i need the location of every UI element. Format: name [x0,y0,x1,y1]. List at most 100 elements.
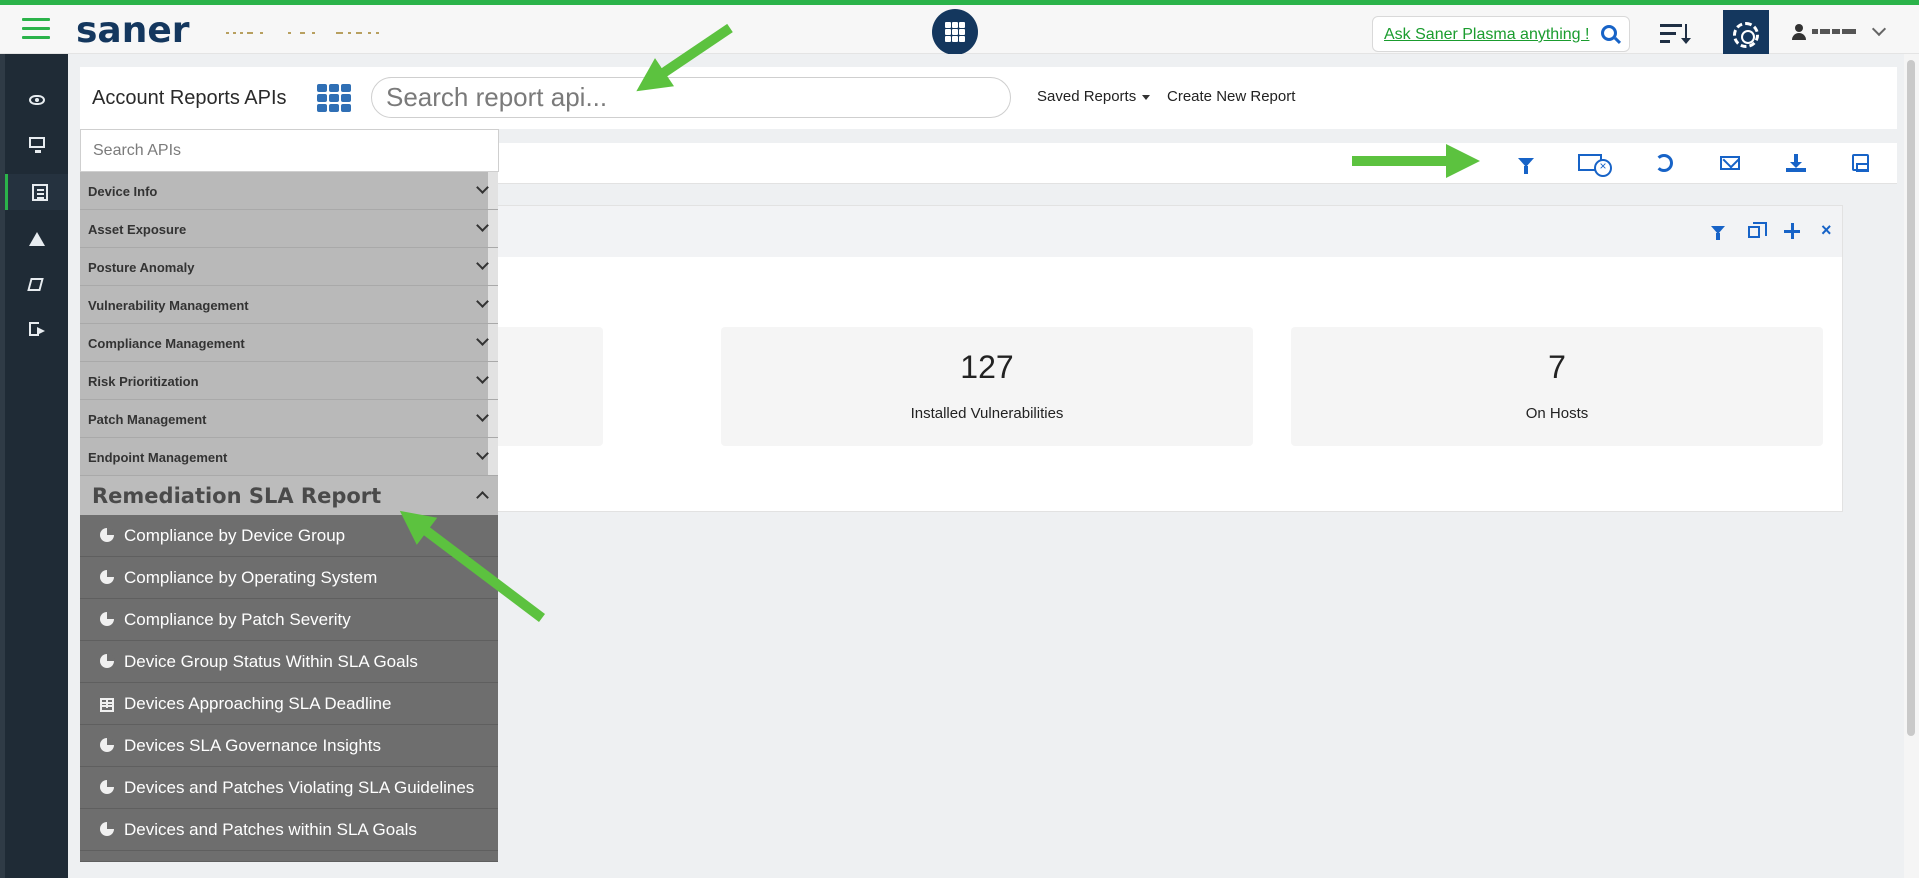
api-search-input[interactable] [80,129,499,172]
restore-icon[interactable] [1748,222,1767,238]
app-header: saner Ask Saner Plasma anything ! [0,5,1919,60]
page-scrollbar-thumb[interactable] [1907,60,1915,736]
api-item-label: Devices Approaching SLA Deadline [124,694,392,713]
sidebar-item-alerts[interactable] [5,222,68,258]
api-category-device-info[interactable]: Device Info [80,172,498,210]
stat-card-on-hosts: 7 On Hosts [1291,327,1823,446]
report-list-icon [32,184,48,201]
api-item[interactable]: Devices and Patches Violating SLA Guidel… [80,767,498,809]
filter-icon[interactable] [1518,158,1534,174]
monitor-icon [29,137,45,153]
api-item-label: Device Group Status Within SLA Goals [124,652,418,671]
eye-icon [29,95,45,105]
left-sidebar [0,54,68,878]
settings-button[interactable] [1723,10,1769,60]
api-category-compliance-management[interactable]: Compliance Management [80,324,498,362]
api-item[interactable]: Compliance by Operating System [80,557,498,599]
api-category-remediation-sla-report[interactable]: Remediation SLA Report [80,476,498,515]
mail-icon[interactable] [1720,156,1740,170]
api-item[interactable]: Devices SLA Governance Insights [80,725,498,767]
ask-saner-box[interactable]: Ask Saner Plasma anything ! [1372,16,1630,52]
create-new-report-link[interactable]: Create New Report [1167,88,1295,105]
gear-icon [1733,22,1759,48]
api-item-label: Compliance by Device Group [124,526,346,545]
sort-icon[interactable] [1660,22,1694,46]
pie-chart-icon [100,738,115,752]
api-category-risk-prioritization[interactable]: Risk Prioritization [80,362,498,400]
download-icon[interactable] [1786,154,1806,172]
stat-value: 127 [960,349,1014,385]
sidebar-item-visibility[interactable] [5,82,68,118]
chevron-up-icon [476,491,489,504]
book-icon [27,278,44,291]
pie-chart-icon [100,780,115,794]
api-item[interactable]: Device Group Status Within SLA Goals [80,641,498,683]
page-title: Account Reports APIs [92,87,287,109]
refresh-icon[interactable] [1655,154,1673,172]
user-icon [1792,24,1806,40]
chevron-down-icon [476,257,489,270]
api-item-label: Devices SLA Governance Insights [124,736,382,755]
api-category-asset-exposure[interactable]: Asset Exposure [80,210,498,248]
stat-card-installed-vulnerabilities: 127 Installed Vulnerabilities [721,327,1253,446]
pie-chart-icon [100,570,115,584]
api-category-label: Patch Management [88,412,207,427]
pie-chart-icon [100,528,115,542]
chevron-down-icon [476,371,489,384]
sidebar-item-reports[interactable] [5,174,68,210]
brand-tagline-blurred [226,29,386,37]
api-category-label: Risk Prioritization [88,374,199,389]
api-grid-icon[interactable] [317,84,351,112]
hamburger-icon[interactable] [22,18,50,42]
chevron-down-icon [476,219,489,232]
api-category-label: Device Info [88,184,158,199]
chevron-down-icon [476,447,489,460]
pie-chart-icon [100,822,115,836]
api-item[interactable]: Compliance by Patch Severity [80,599,498,641]
stat-label: On Hosts [1525,405,1589,422]
api-item[interactable]: Devices Approaching SLA Deadline [80,683,498,725]
api-category-endpoint-management[interactable]: Endpoint Management [80,438,498,476]
api-category-label: Compliance Management [88,336,245,351]
pie-chart-icon [100,654,115,668]
api-item-label: Compliance by Patch Severity [124,610,351,629]
api-category-label: Remediation SLA Report [92,484,382,508]
api-dropdown-panel: Device Info Asset Exposure Posture Anoma… [80,129,499,862]
sidebar-item-logout[interactable] [5,312,68,348]
logout-icon [29,322,45,336]
chevron-down-icon [476,409,489,422]
monitor-close-icon[interactable] [1578,154,1612,177]
sidebar-item-docs[interactable] [5,268,68,304]
api-category-vulnerability-management[interactable]: Vulnerability Management [80,286,498,324]
chevron-down-icon [476,333,489,346]
api-category-posture-anomaly[interactable]: Posture Anomaly [80,248,498,286]
saved-reports-label: Saved Reports [1037,88,1137,105]
chevron-down-icon [476,295,489,308]
ask-saner-link[interactable]: Ask Saner Plasma anything ! [1384,26,1596,44]
app-grid-icon[interactable] [932,9,978,55]
saved-reports-dropdown[interactable]: Saved Reports [1037,88,1151,105]
user-name-blurred [1812,26,1864,36]
chevron-down-icon [1871,21,1887,37]
annotation-arrow [1352,144,1480,178]
table-icon [100,698,114,712]
filter-icon[interactable] [1711,226,1725,240]
close-icon[interactable]: × [1821,221,1837,239]
user-menu[interactable] [1792,21,1892,46]
save-icon[interactable] [1852,154,1869,172]
stat-value: 7 [1548,349,1566,385]
api-category-label: Endpoint Management [88,450,228,465]
report-api-search-input[interactable] [371,77,1011,118]
api-category-patch-management[interactable]: Patch Management [80,400,498,438]
api-item-label: Devices and Patches within SLA Goals [124,820,417,839]
sidebar-item-devices[interactable] [5,127,68,163]
search-icon[interactable] [1601,25,1617,41]
api-item-partial [80,851,498,862]
api-item-label: Compliance by Operating System [124,568,378,587]
pie-chart-icon [100,612,115,626]
warning-icon [29,232,45,246]
stat-label: Installed Vulnerabilities [910,405,1064,422]
api-item[interactable]: Devices and Patches within SLA Goals [80,809,498,851]
move-icon[interactable] [1784,223,1800,239]
chevron-down-icon [476,181,489,194]
